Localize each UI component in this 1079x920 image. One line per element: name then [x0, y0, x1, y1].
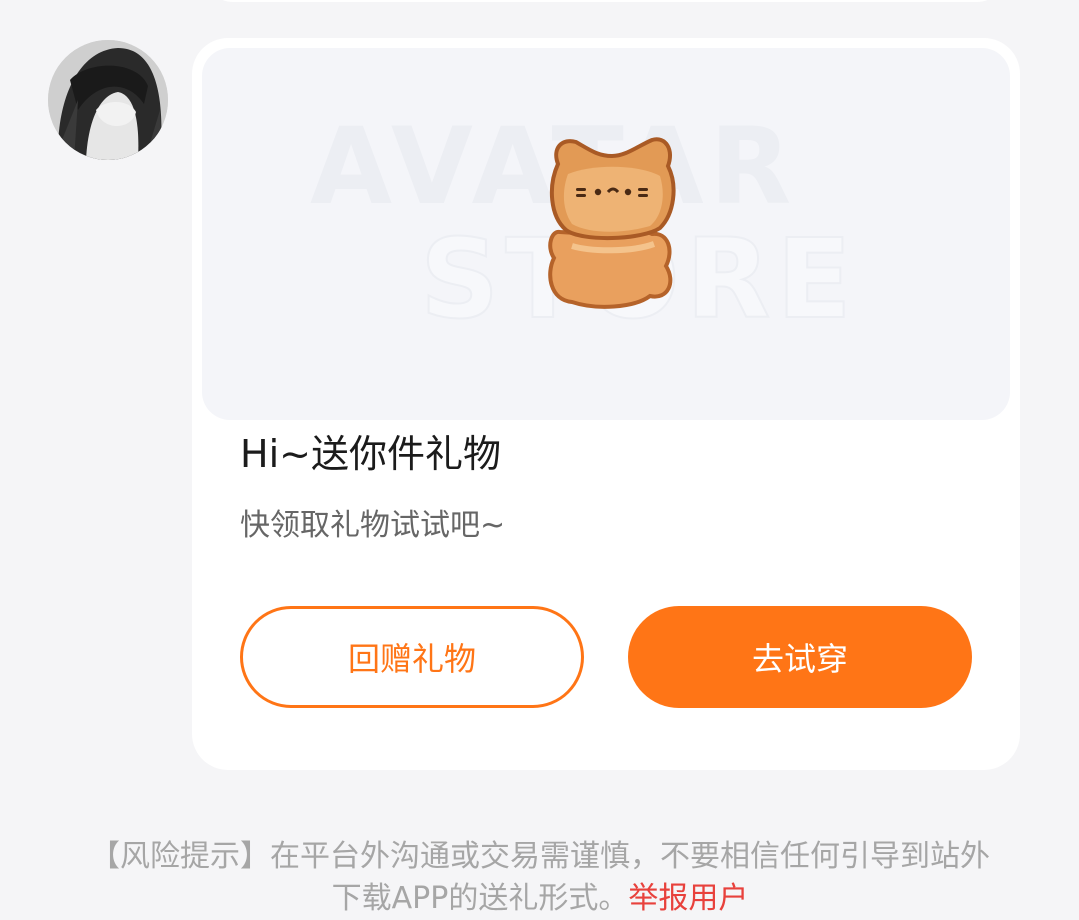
- sender-avatar[interactable]: [48, 40, 168, 160]
- risk-warning: 【风险提示】在平台外沟通或交易需谨慎，不要相信任何引导到站外下载APP的送礼形式…: [80, 836, 1000, 920]
- gift-message-card: AVATAR STORE Hi~送你件礼物 快领取礼物试试吧~ 回赠礼物 去试穿: [192, 38, 1020, 770]
- try-on-button[interactable]: 去试穿: [628, 606, 972, 708]
- cat-bread-gift-icon: [548, 137, 676, 309]
- gift-title: Hi~送你件礼物: [240, 432, 501, 476]
- return-gift-button[interactable]: 回赠礼物: [240, 606, 584, 708]
- gift-subtitle: 快领取礼物试试吧~: [240, 508, 506, 543]
- previous-message-card: [205, 0, 1005, 2]
- risk-warning-text: 【风险提示】在平台外沟通或交易需谨慎，不要相信任何引导到站外下载APP的送礼形式…: [90, 839, 990, 916]
- avatar-image: [48, 40, 168, 160]
- gift-banner: AVATAR STORE: [202, 48, 1010, 420]
